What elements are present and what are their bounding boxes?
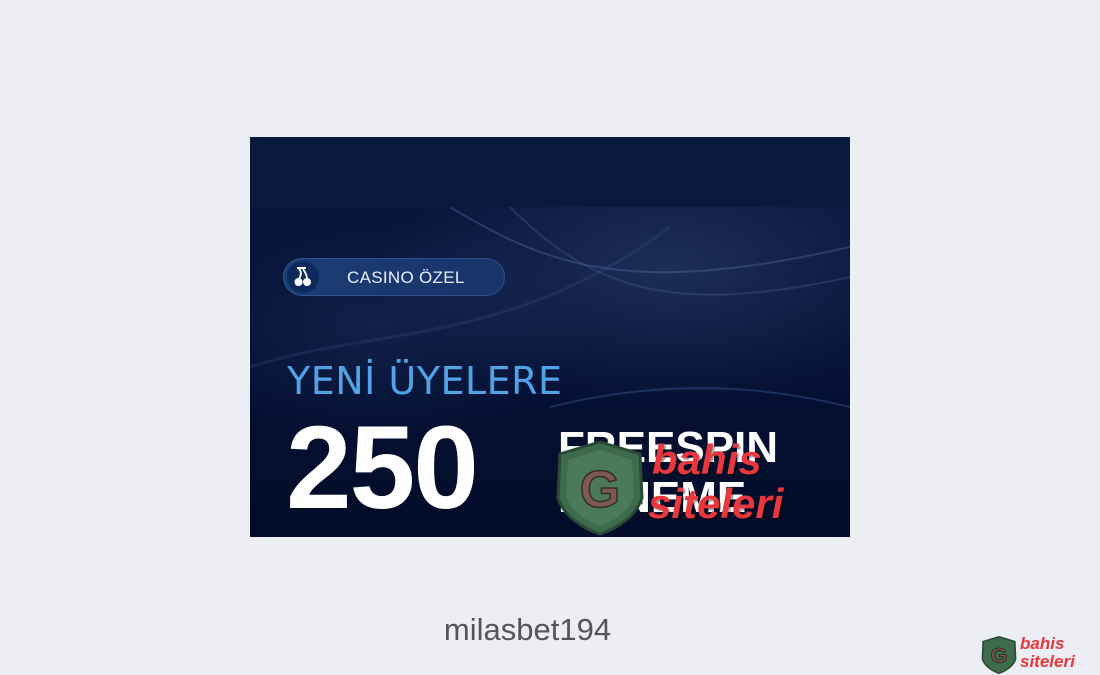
corner-logo-text: bahis siteleri	[1020, 635, 1075, 671]
badge-label: CASINO ÖZEL	[347, 268, 465, 287]
corner-logo-line-1: bahis	[1020, 634, 1065, 653]
corner-logo-line-2: siteleri	[1020, 652, 1075, 671]
shield-g-icon: G	[556, 440, 644, 536]
image-caption: milasbet194	[443, 612, 612, 647]
headline-new-members: YENİ ÜYELERE	[287, 359, 563, 403]
promo-banner-image: CASINO ÖZEL YENİ ÜYELERE 250 FREESPIN DE…	[250, 137, 850, 537]
freespin-amount: 250	[286, 402, 479, 534]
corner-shield-letter: G	[991, 644, 1008, 668]
watermark-line-1: bahis	[652, 436, 762, 483]
watermark-line-2: siteleri	[648, 480, 784, 527]
cherries-icon	[287, 261, 319, 293]
corner-site-logo[interactable]: G bahis siteleri	[980, 633, 1100, 675]
watermark-text: bahis siteleri	[648, 436, 783, 526]
shield-g-icon: G	[981, 636, 1017, 674]
page: CASINO ÖZEL YENİ ÜYELERE 250 FREESPIN DE…	[0, 0, 1100, 675]
banner-top-strip	[250, 137, 850, 207]
shield-letter: G	[580, 461, 620, 519]
bahis-siteleri-watermark: G bahis siteleri	[552, 438, 850, 537]
casino-ozel-badge: CASINO ÖZEL	[283, 258, 505, 296]
